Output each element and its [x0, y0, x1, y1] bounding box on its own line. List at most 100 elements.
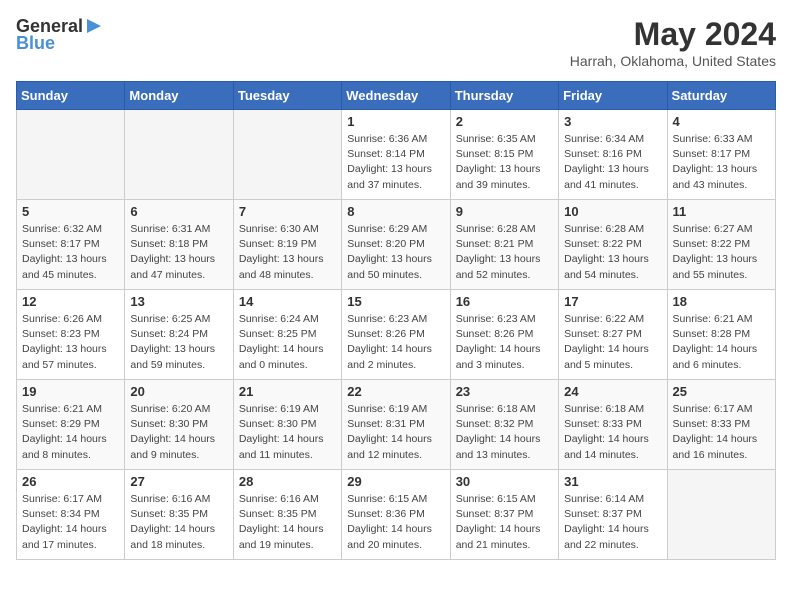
calendar-cell: 14 Sunrise: 6:24 AMSunset: 8:25 PMDayligh… — [233, 290, 341, 380]
day-info: Sunrise: 6:30 AMSunset: 8:19 PMDaylight:… — [239, 222, 336, 283]
day-info: Sunrise: 6:25 AMSunset: 8:24 PMDaylight:… — [130, 312, 227, 373]
day-number: 21 — [239, 384, 336, 399]
day-number: 17 — [564, 294, 661, 309]
day-info: Sunrise: 6:22 AMSunset: 8:27 PMDaylight:… — [564, 312, 661, 373]
day-info: Sunrise: 6:24 AMSunset: 8:25 PMDaylight:… — [239, 312, 336, 373]
day-info: Sunrise: 6:15 AMSunset: 8:37 PMDaylight:… — [456, 492, 553, 553]
calendar-cell: 12Sunrise: 6:26 AMSunset: 8:23 PMDayligh… — [17, 290, 125, 380]
weekday-header-sunday: Sunday — [17, 82, 125, 110]
day-info: Sunrise: 6:23 AMSunset: 8:26 PMDaylight:… — [347, 312, 444, 373]
calendar-cell: 21 Sunrise: 6:19 AMSunset: 8:30 PMDayligh… — [233, 380, 341, 470]
day-info: Sunrise: 6:18 AMSunset: 8:32 PMDaylight:… — [456, 402, 553, 463]
day-number: 16 — [456, 294, 553, 309]
weekday-header-wednesday: Wednesday — [342, 82, 450, 110]
calendar-table: SundayMondayTuesdayWednesdayThursdayFrid… — [16, 81, 776, 560]
weekday-header-monday: Monday — [125, 82, 233, 110]
calendar-cell: 27 Sunrise: 6:16 AMSunset: 8:35 PMDayligh… — [125, 470, 233, 560]
day-info: Sunrise: 6:26 AMSunset: 8:23 PMDaylight:… — [22, 312, 119, 373]
calendar-cell: 9 Sunrise: 6:28 AMSunset: 8:21 PMDaylight… — [450, 200, 558, 290]
calendar-cell: 7 Sunrise: 6:30 AMSunset: 8:19 PMDaylight… — [233, 200, 341, 290]
day-number: 28 — [239, 474, 336, 489]
calendar-cell: 17 Sunrise: 6:22 AMSunset: 8:27 PMDayligh… — [559, 290, 667, 380]
weekday-header-thursday: Thursday — [450, 82, 558, 110]
day-info: Sunrise: 6:16 AMSunset: 8:35 PMDaylight:… — [130, 492, 227, 553]
day-number: 22 — [347, 384, 444, 399]
day-info: Sunrise: 6:28 AMSunset: 8:22 PMDaylight:… — [564, 222, 661, 283]
day-number: 14 — [239, 294, 336, 309]
calendar-cell: 5Sunrise: 6:32 AMSunset: 8:17 PMDaylight… — [17, 200, 125, 290]
day-info: Sunrise: 6:21 AMSunset: 8:29 PMDaylight:… — [22, 402, 119, 463]
day-info: Sunrise: 6:28 AMSunset: 8:21 PMDaylight:… — [456, 222, 553, 283]
calendar-cell: 20 Sunrise: 6:20 AMSunset: 8:30 PMDayligh… — [125, 380, 233, 470]
day-info: Sunrise: 6:19 AMSunset: 8:30 PMDaylight:… — [239, 402, 336, 463]
day-number: 10 — [564, 204, 661, 219]
day-number: 8 — [347, 204, 444, 219]
logo-blue-text: Blue — [16, 33, 55, 54]
day-info: Sunrise: 6:29 AMSunset: 8:20 PMDaylight:… — [347, 222, 444, 283]
day-number: 30 — [456, 474, 553, 489]
day-number: 25 — [673, 384, 770, 399]
day-info: Sunrise: 6:31 AMSunset: 8:18 PMDaylight:… — [130, 222, 227, 283]
day-info: Sunrise: 6:15 AMSunset: 8:36 PMDaylight:… — [347, 492, 444, 553]
calendar-cell: 28 Sunrise: 6:16 AMSunset: 8:35 PMDayligh… — [233, 470, 341, 560]
calendar-cell — [667, 470, 775, 560]
title-block: May 2024 Harrah, Oklahoma, United States — [570, 16, 776, 69]
calendar-cell: 1 Sunrise: 6:36 AMSunset: 8:14 PMDaylight… — [342, 110, 450, 200]
day-info: Sunrise: 6:20 AMSunset: 8:30 PMDaylight:… — [130, 402, 227, 463]
calendar-cell: 25 Sunrise: 6:17 AMSunset: 8:33 PMDayligh… — [667, 380, 775, 470]
logo-arrow — [83, 17, 103, 35]
calendar-cell: 29 Sunrise: 6:15 AMSunset: 8:36 PMDayligh… — [342, 470, 450, 560]
day-info: Sunrise: 6:17 AMSunset: 8:33 PMDaylight:… — [673, 402, 770, 463]
page-container: General Blue May 2024 Harrah, Oklahoma, … — [0, 0, 792, 568]
calendar-week-row: 12Sunrise: 6:26 AMSunset: 8:23 PMDayligh… — [17, 290, 776, 380]
day-info: Sunrise: 6:18 AMSunset: 8:33 PMDaylight:… — [564, 402, 661, 463]
calendar-week-row: 19 Sunrise: 6:21 AMSunset: 8:29 PMDayligh… — [17, 380, 776, 470]
calendar-cell: 16 Sunrise: 6:23 AMSunset: 8:26 PMDayligh… — [450, 290, 558, 380]
day-info: Sunrise: 6:33 AMSunset: 8:17 PMDaylight:… — [673, 132, 770, 193]
calendar-cell: 30 Sunrise: 6:15 AMSunset: 8:37 PMDayligh… — [450, 470, 558, 560]
page-header: General Blue May 2024 Harrah, Oklahoma, … — [16, 16, 776, 69]
day-number: 11 — [673, 204, 770, 219]
day-number: 15 — [347, 294, 444, 309]
day-info: Sunrise: 6:14 AMSunset: 8:37 PMDaylight:… — [564, 492, 661, 553]
day-info: Sunrise: 6:35 AMSunset: 8:15 PMDaylight:… — [456, 132, 553, 193]
logo: General Blue — [16, 16, 103, 54]
day-info: Sunrise: 6:27 AMSunset: 8:22 PMDaylight:… — [673, 222, 770, 283]
day-number: 1 — [347, 114, 444, 129]
day-info: Sunrise: 6:32 AMSunset: 8:17 PMDaylight:… — [22, 222, 119, 283]
day-info: Sunrise: 6:21 AMSunset: 8:28 PMDaylight:… — [673, 312, 770, 373]
calendar-week-row: 26 Sunrise: 6:17 AMSunset: 8:34 PMDayligh… — [17, 470, 776, 560]
day-number: 6 — [130, 204, 227, 219]
day-number: 7 — [239, 204, 336, 219]
day-info: Sunrise: 6:16 AMSunset: 8:35 PMDaylight:… — [239, 492, 336, 553]
weekday-header-tuesday: Tuesday — [233, 82, 341, 110]
day-info: Sunrise: 6:36 AMSunset: 8:14 PMDaylight:… — [347, 132, 444, 193]
day-number: 20 — [130, 384, 227, 399]
day-number: 26 — [22, 474, 119, 489]
day-number: 29 — [347, 474, 444, 489]
day-info: Sunrise: 6:17 AMSunset: 8:34 PMDaylight:… — [22, 492, 119, 553]
day-number: 3 — [564, 114, 661, 129]
calendar-cell: 6 Sunrise: 6:31 AMSunset: 8:18 PMDaylight… — [125, 200, 233, 290]
day-number: 9 — [456, 204, 553, 219]
calendar-cell: 23Sunrise: 6:18 AMSunset: 8:32 PMDayligh… — [450, 380, 558, 470]
day-number: 2 — [456, 114, 553, 129]
location: Harrah, Oklahoma, United States — [570, 53, 776, 69]
calendar-cell — [125, 110, 233, 200]
day-number: 27 — [130, 474, 227, 489]
calendar-cell — [233, 110, 341, 200]
day-info: Sunrise: 6:34 AMSunset: 8:16 PMDaylight:… — [564, 132, 661, 193]
calendar-cell: 26 Sunrise: 6:17 AMSunset: 8:34 PMDayligh… — [17, 470, 125, 560]
calendar-cell: 8 Sunrise: 6:29 AMSunset: 8:20 PMDaylight… — [342, 200, 450, 290]
calendar-week-row: 1 Sunrise: 6:36 AMSunset: 8:14 PMDaylight… — [17, 110, 776, 200]
weekday-header-friday: Friday — [559, 82, 667, 110]
day-info: Sunrise: 6:23 AMSunset: 8:26 PMDaylight:… — [456, 312, 553, 373]
calendar-cell: 31Sunrise: 6:14 AMSunset: 8:37 PMDayligh… — [559, 470, 667, 560]
calendar-cell: 18Sunrise: 6:21 AMSunset: 8:28 PMDayligh… — [667, 290, 775, 380]
day-number: 24 — [564, 384, 661, 399]
day-number: 19 — [22, 384, 119, 399]
calendar-week-row: 5Sunrise: 6:32 AMSunset: 8:17 PMDaylight… — [17, 200, 776, 290]
day-info: Sunrise: 6:19 AMSunset: 8:31 PMDaylight:… — [347, 402, 444, 463]
calendar-cell: 13Sunrise: 6:25 AMSunset: 8:24 PMDayligh… — [125, 290, 233, 380]
weekday-header-saturday: Saturday — [667, 82, 775, 110]
